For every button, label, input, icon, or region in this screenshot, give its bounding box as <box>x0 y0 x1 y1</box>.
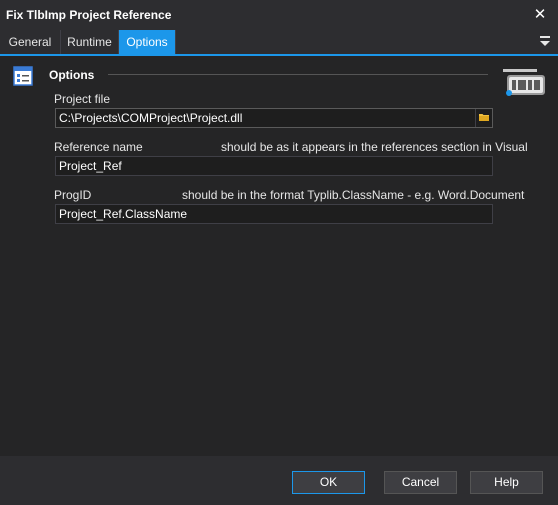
progid-hint: should be in the format Typlib.ClassName… <box>182 188 525 202</box>
cancel-button[interactable]: Cancel <box>384 471 457 494</box>
reference-name-input[interactable]: Project_Ref <box>55 156 493 176</box>
project-file-input[interactable]: C:\Projects\COMProject\Project.dll <box>55 108 493 128</box>
close-icon[interactable]: ✕ <box>530 5 550 25</box>
ok-button[interactable]: OK <box>292 471 365 494</box>
folder-icon <box>479 114 489 121</box>
project-file-value: C:\Projects\COMProject\Project.dll <box>59 111 243 125</box>
tab-runtime[interactable]: Runtime <box>61 30 119 54</box>
options-panel: Options Project file C:\Projects\COMProj… <box>0 56 558 456</box>
tab-bar: General Runtime Options <box>0 30 558 56</box>
window-title: Fix TlbImp Project Reference <box>6 8 172 22</box>
progid-label: ProgID <box>54 188 92 202</box>
reference-name-hint: should be as it appears in the reference… <box>221 140 528 154</box>
options-icon <box>13 66 33 86</box>
reference-name-label: Reference name <box>54 140 143 154</box>
project-file-label: Project file <box>54 92 111 106</box>
title-bar: Fix TlbImp Project Reference ✕ <box>0 0 558 31</box>
reference-name-value: Project_Ref <box>59 159 122 173</box>
dialog-footer: OK Cancel Help <box>0 456 558 505</box>
tab-general[interactable]: General <box>0 30 61 54</box>
progid-value: Project_Ref.ClassName <box>59 207 188 221</box>
browse-button[interactable] <box>475 109 492 127</box>
tab-options[interactable]: Options <box>119 30 176 54</box>
section-title: Options <box>49 68 95 82</box>
help-button[interactable]: Help <box>470 471 543 494</box>
tab-menu-icon[interactable] <box>538 33 552 49</box>
section-divider <box>108 74 488 75</box>
dotnet-logo <box>503 69 545 96</box>
progid-input[interactable]: Project_Ref.ClassName <box>55 204 493 224</box>
